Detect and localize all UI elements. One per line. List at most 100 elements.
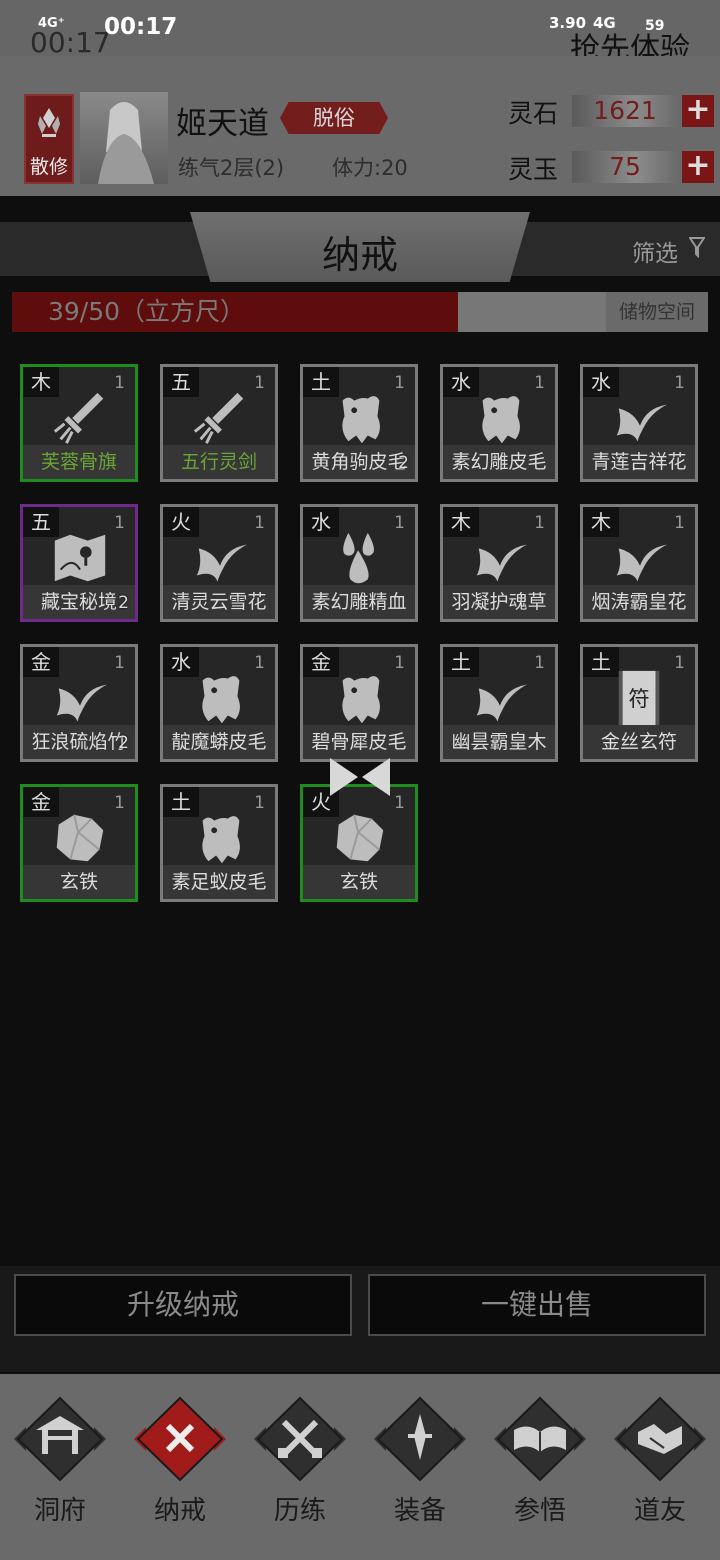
item-name: 五行灵剑	[163, 445, 275, 479]
item-name: 烟涛霸皇花	[583, 585, 695, 619]
item-quantity: 1	[254, 513, 265, 533]
item-slot[interactable]: 木 1 烟涛霸皇花	[580, 504, 698, 622]
item-name: 素幻雕精血	[303, 585, 415, 619]
item-slot[interactable]: 火 1 清灵云雪花	[160, 504, 278, 622]
leaf-icon	[476, 684, 528, 724]
item-slot[interactable]: 水 1 素幻雕精血	[300, 504, 418, 622]
leaf-icon	[476, 544, 528, 584]
collapse-handle-icon[interactable]	[328, 756, 392, 798]
sect-badge[interactable]: 散修	[24, 94, 74, 184]
item-quantity: 1	[114, 653, 125, 673]
item-name: 清灵云雪花	[163, 585, 275, 619]
item-quantity: 1	[534, 513, 545, 533]
nav-label: 洞府	[33, 1496, 86, 1526]
leaf-icon	[56, 684, 108, 724]
sect-label: 散修	[29, 156, 68, 178]
talisman-icon: 符	[618, 670, 660, 726]
leaf-icon	[616, 404, 668, 444]
item-stack-count: 2	[118, 733, 129, 753]
item-slot[interactable]: 金 1 玄铁	[20, 784, 138, 902]
item-quantity: 1	[254, 373, 265, 393]
item-slot[interactable]: 木 1 羽凝护魂草	[440, 504, 558, 622]
item-quantity: 1	[674, 653, 685, 673]
sell-all-button[interactable]: 一键出售	[368, 1274, 706, 1336]
filter-button[interactable]: 筛选	[632, 234, 678, 268]
sword-icon	[193, 392, 244, 444]
page-title: 纳戒	[321, 233, 398, 277]
player-name: 姬天道	[176, 106, 269, 142]
item-name: 玄铁	[303, 865, 415, 899]
nav-item[interactable]: 洞府	[0, 1374, 120, 1560]
item-name: 碧骨犀皮毛	[303, 725, 415, 759]
stamina-value: 体力:20	[332, 156, 408, 180]
nav-label: 纳戒	[153, 1496, 206, 1526]
signal-indicator: 4G⁺	[38, 16, 65, 31]
item-quantity: 1	[254, 653, 265, 673]
item-quantity: 1	[674, 373, 685, 393]
talisman-glyph: 符	[628, 687, 649, 712]
item-quantity: 1	[674, 513, 685, 533]
leaf-icon	[196, 544, 248, 584]
handshake-icon	[614, 1396, 706, 1482]
nav-item[interactable]: 纳戒	[120, 1374, 240, 1560]
nav-item[interactable]: 道友	[600, 1374, 720, 1560]
nav-label: 装备	[393, 1496, 446, 1526]
item-slot[interactable]: 金 1 碧骨犀皮毛	[300, 644, 418, 762]
pelt-icon	[342, 676, 380, 724]
item-stack-count: 2	[398, 453, 409, 473]
lingyu-value: 75	[572, 151, 678, 183]
item-name: 靛魔蟒皮毛	[163, 725, 275, 759]
item-slot[interactable]: 土 1 素足蚁皮毛	[160, 784, 278, 902]
item-name: 金丝玄符	[583, 725, 695, 759]
item-slot[interactable]: 五 1 藏宝秘境 2	[20, 504, 138, 622]
item-slot[interactable]: 土 1 符金丝玄符	[580, 644, 698, 762]
item-name: 素足蚁皮毛	[163, 865, 275, 899]
item-name: 芙蓉骨旗	[23, 445, 135, 479]
item-slot[interactable]: 水 1 青莲吉祥花	[580, 364, 698, 482]
item-slot[interactable]: 火 1 玄铁	[300, 784, 418, 902]
rank-badge: 脱俗	[280, 102, 388, 134]
ring-icon	[134, 1396, 226, 1482]
item-quantity: 1	[114, 513, 125, 533]
item-quantity: 1	[394, 793, 405, 813]
item-name: 玄铁	[23, 865, 135, 899]
ore-icon	[56, 814, 104, 862]
nav-label: 道友	[633, 1496, 686, 1526]
nav-label: 参悟	[513, 1496, 566, 1526]
nav-item[interactable]: 参悟	[480, 1374, 600, 1560]
item-quantity: 1	[534, 373, 545, 393]
item-slot[interactable]: 水 1 素幻雕皮毛	[440, 364, 558, 482]
nav-item[interactable]: 装备	[360, 1374, 480, 1560]
lingshi-label: 灵石	[508, 99, 559, 128]
lotus-icon	[38, 108, 60, 137]
item-quantity: 1	[534, 653, 545, 673]
storage-space-button[interactable]: 储物空间	[606, 292, 708, 332]
blood-icon	[343, 532, 374, 584]
lingyu-label: 灵玉	[508, 155, 559, 184]
avatar-figure-icon	[98, 102, 154, 184]
map-icon	[54, 534, 106, 582]
status-time: 00:17	[104, 14, 178, 40]
item-slot[interactable]: 木 1 芙蓉骨旗	[20, 364, 138, 482]
capacity-text: 39/50（立方尺）	[48, 297, 246, 326]
upgrade-ring-button[interactable]: 升级纳戒	[14, 1274, 352, 1336]
add-lingshi-button[interactable]: +	[682, 95, 714, 127]
lingshi-value: 1621	[572, 95, 678, 127]
item-slot[interactable]: 土 1 幽昙霸皇木	[440, 644, 558, 762]
pelt-icon	[202, 816, 240, 864]
item-quantity: 1	[394, 513, 405, 533]
item-name: 青莲吉祥花	[583, 445, 695, 479]
item-stack-count: 2	[118, 593, 129, 613]
nav-item[interactable]: 历练	[240, 1374, 360, 1560]
player-avatar[interactable]	[80, 92, 168, 184]
pelt-icon	[202, 676, 240, 724]
item-slot[interactable]: 水 1 靛魔蟒皮毛	[160, 644, 278, 762]
crossed-swords-icon	[254, 1396, 346, 1482]
capacity-bar: 39/50（立方尺）	[12, 292, 608, 332]
item-slot[interactable]: 土 1 黄角驹皮毛 2	[300, 364, 418, 482]
item-quantity: 1	[114, 793, 125, 813]
item-slot[interactable]: 金 1 狂浪硫焰竹 2	[20, 644, 138, 762]
item-slot[interactable]: 五 1 五行灵剑	[160, 364, 278, 482]
add-lingyu-button[interactable]: +	[682, 151, 714, 183]
funnel-icon[interactable]	[689, 236, 705, 258]
